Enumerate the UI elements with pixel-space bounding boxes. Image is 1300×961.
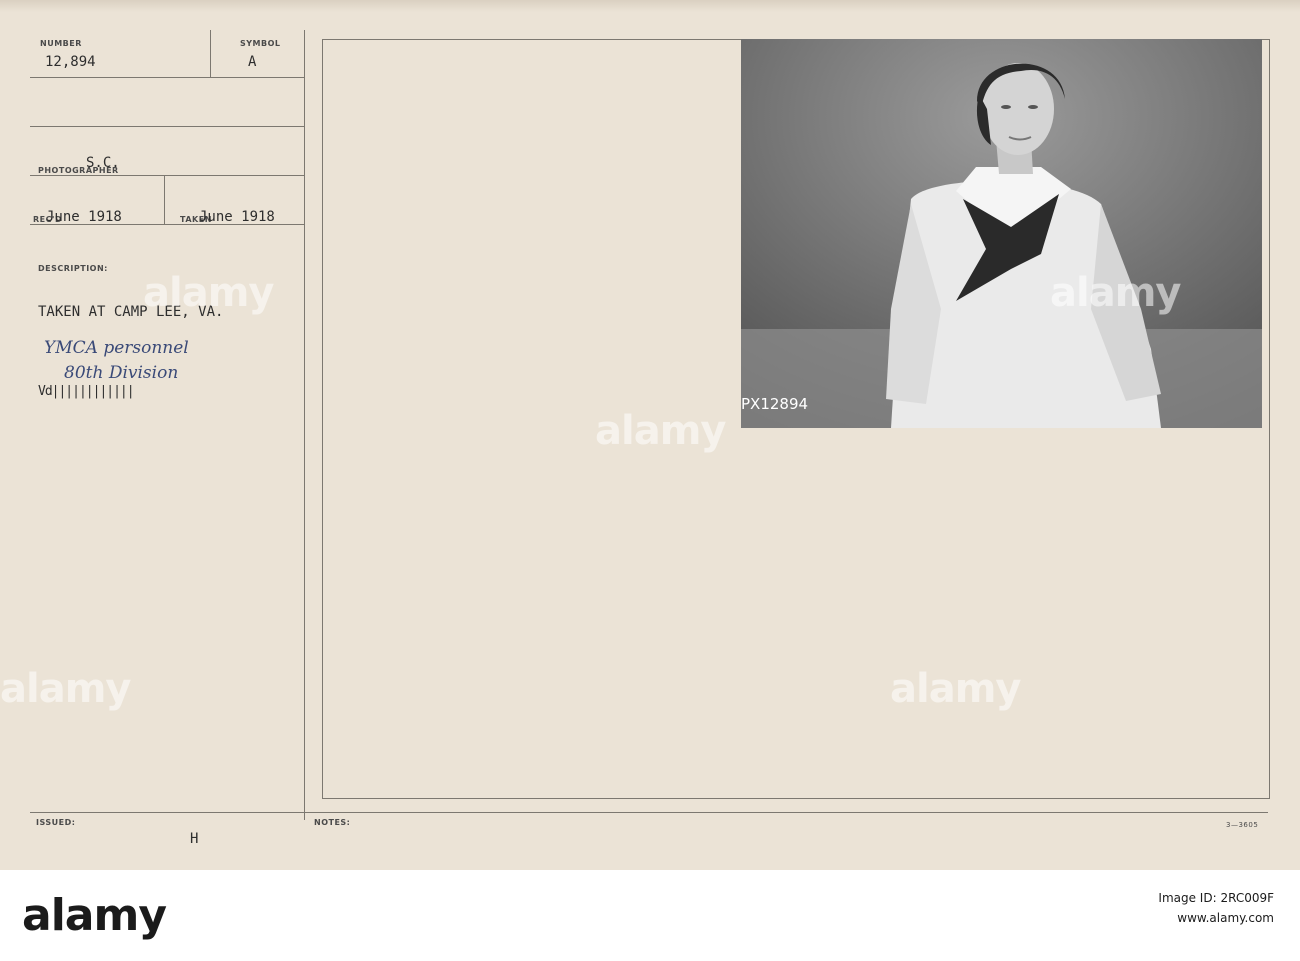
stock-image-id: Image ID: 2RC009F [1158,891,1274,905]
rule-blank [30,126,304,127]
description-label: DESCRIPTION: [38,264,108,273]
stock-url[interactable]: www.alamy.com [1158,908,1274,928]
negative-number: PX12894 [741,395,809,413]
number-value: 12,894 [45,54,96,70]
rule-left-column [304,30,305,820]
stock-image-info: Image ID: 2RC009F www.alamy.com [1158,888,1274,928]
watermark-3: alamy [1050,270,1181,316]
issued-value: H [190,831,199,847]
recd-value: June 1918 [46,209,122,225]
stock-logo[interactable]: alamy [22,890,167,941]
symbol-value: A [248,54,257,70]
number-label: NUMBER [40,39,82,48]
issued-label: ISSUED: [36,818,76,827]
taken-value: June 1918 [199,209,275,225]
portrait-figure [741,39,1262,428]
rule-number [30,77,304,78]
struck-text: Vd|||||||||||| [38,384,135,399]
watermark-2: alamy [595,408,726,454]
rule-dates-divider [164,175,165,224]
watermark-1: alamy [143,270,274,316]
handwritten-note-2: 80th Division [64,363,179,383]
notes-label: NOTES: [314,818,351,827]
handwritten-note-1: YMCA personnel [44,338,189,358]
rule-number-symbol-divider [210,30,211,77]
form-code: 3—3605 [1226,821,1259,829]
rule-bottom [30,812,1268,813]
card-top-edge [0,0,1300,12]
stock-footer [0,870,1300,961]
rule-photographer [30,175,304,176]
portrait-photograph: PX12894 [741,39,1262,428]
symbol-label: SYMBOL [240,39,281,48]
watermark-4: alamy [0,666,131,712]
watermark-5: alamy [890,666,1021,712]
photographer-value: S.C. [86,155,120,171]
